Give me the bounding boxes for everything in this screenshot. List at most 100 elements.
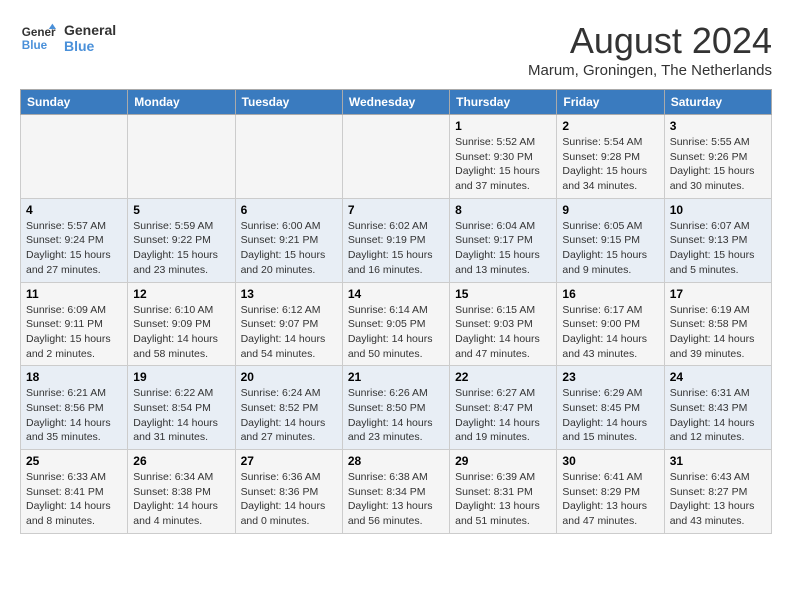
day-number: 22 <box>455 370 551 384</box>
calendar-cell: 30 Sunrise: 6:41 AMSunset: 8:29 PMDayligh… <box>557 450 664 534</box>
weekday-header-thursday: Thursday <box>450 90 557 115</box>
day-info: Sunrise: 5:54 AMSunset: 9:28 PMDaylight:… <box>562 135 658 194</box>
calendar-cell: 8Sunrise: 6:04 AMSunset: 9:17 PMDaylight… <box>450 198 557 282</box>
svg-text:Blue: Blue <box>22 39 48 52</box>
calendar-week-row: 18 Sunrise: 6:21 AMSunset: 8:56 PMDayligh… <box>21 366 772 450</box>
calendar-cell: 23 Sunrise: 6:29 AMSunset: 8:45 PMDayligh… <box>557 366 664 450</box>
day-info: Sunrise: 6:07 AMSunset: 9:13 PMDaylight:… <box>670 219 766 278</box>
calendar-cell: 14Sunrise: 6:14 AMSunset: 9:05 PMDayligh… <box>342 282 449 366</box>
logo-blue: Blue <box>64 38 116 54</box>
calendar-cell: 1 Sunrise: 5:52 AMSunset: 9:30 PMDaylight… <box>450 115 557 199</box>
day-info: Sunrise: 6:17 AMSunset: 9:00 PMDaylight:… <box>562 303 658 362</box>
calendar-cell: 3 Sunrise: 5:55 AMSunset: 9:26 PMDaylight… <box>664 115 771 199</box>
calendar-cell: 10 Sunrise: 6:07 AMSunset: 9:13 PMDayligh… <box>664 198 771 282</box>
day-number: 12 <box>133 287 229 301</box>
calendar-cell: 7 Sunrise: 6:02 AMSunset: 9:19 PMDaylight… <box>342 198 449 282</box>
title-block: August 2024 Marum, Groningen, The Nether… <box>528 20 772 79</box>
weekday-header-wednesday: Wednesday <box>342 90 449 115</box>
calendar-cell: 15Sunrise: 6:15 AMSunset: 9:03 PMDayligh… <box>450 282 557 366</box>
day-number: 3 <box>670 119 766 133</box>
calendar-cell: 17Sunrise: 6:19 AMSunset: 8:58 PMDayligh… <box>664 282 771 366</box>
day-info: Sunrise: 6:02 AMSunset: 9:19 PMDaylight:… <box>348 219 444 278</box>
day-number: 2 <box>562 119 658 133</box>
calendar-cell: 22 Sunrise: 6:27 AMSunset: 8:47 PMDayligh… <box>450 366 557 450</box>
calendar-cell: 20 Sunrise: 6:24 AMSunset: 8:52 PMDayligh… <box>235 366 342 450</box>
calendar-cell <box>21 115 128 199</box>
calendar-cell: 31 Sunrise: 6:43 AMSunset: 8:27 PMDayligh… <box>664 450 771 534</box>
weekday-header-friday: Friday <box>557 90 664 115</box>
weekday-header-tuesday: Tuesday <box>235 90 342 115</box>
day-number: 18 <box>26 370 122 384</box>
day-info: Sunrise: 6:10 AMSunset: 9:09 PMDaylight:… <box>133 303 229 362</box>
day-number: 27 <box>241 454 337 468</box>
day-number: 9 <box>562 203 658 217</box>
day-number: 13 <box>241 287 337 301</box>
day-number: 20 <box>241 370 337 384</box>
day-number: 28 <box>348 454 444 468</box>
day-number: 14 <box>348 287 444 301</box>
calendar-cell: 4 Sunrise: 5:57 AMSunset: 9:24 PMDaylight… <box>21 198 128 282</box>
day-info: Sunrise: 6:29 AMSunset: 8:45 PMDaylight:… <box>562 386 658 445</box>
calendar-cell: 29 Sunrise: 6:39 AMSunset: 8:31 PMDayligh… <box>450 450 557 534</box>
day-info: Sunrise: 6:39 AMSunset: 8:31 PMDaylight:… <box>455 470 551 529</box>
calendar-cell <box>235 115 342 199</box>
header: General Blue General Blue August 2024 Ma… <box>20 20 772 79</box>
day-info: Sunrise: 6:04 AMSunset: 9:17 PMDaylight:… <box>455 219 551 278</box>
day-info: Sunrise: 6:31 AMSunset: 8:43 PMDaylight:… <box>670 386 766 445</box>
day-info: Sunrise: 5:55 AMSunset: 9:26 PMDaylight:… <box>670 135 766 194</box>
day-number: 1 <box>455 119 551 133</box>
month-year-title: August 2024 <box>528 20 772 62</box>
day-info: Sunrise: 6:24 AMSunset: 8:52 PMDaylight:… <box>241 386 337 445</box>
location-subtitle: Marum, Groningen, The Netherlands <box>528 62 772 79</box>
calendar-cell: 5Sunrise: 5:59 AMSunset: 9:22 PMDaylight… <box>128 198 235 282</box>
day-number: 23 <box>562 370 658 384</box>
weekday-header-monday: Monday <box>128 90 235 115</box>
calendar-week-row: 1 Sunrise: 5:52 AMSunset: 9:30 PMDaylight… <box>21 115 772 199</box>
calendar-cell: 24 Sunrise: 6:31 AMSunset: 8:43 PMDayligh… <box>664 366 771 450</box>
day-number: 10 <box>670 203 766 217</box>
calendar-cell: 18 Sunrise: 6:21 AMSunset: 8:56 PMDayligh… <box>21 366 128 450</box>
calendar-cell: 28 Sunrise: 6:38 AMSunset: 8:34 PMDayligh… <box>342 450 449 534</box>
day-info: Sunrise: 6:33 AMSunset: 8:41 PMDaylight:… <box>26 470 122 529</box>
day-info: Sunrise: 5:52 AMSunset: 9:30 PMDaylight:… <box>455 135 551 194</box>
calendar-cell: 6 Sunrise: 6:00 AMSunset: 9:21 PMDaylight… <box>235 198 342 282</box>
calendar-cell: 11 Sunrise: 6:09 AMSunset: 9:11 PMDayligh… <box>21 282 128 366</box>
day-info: Sunrise: 6:21 AMSunset: 8:56 PMDaylight:… <box>26 386 122 445</box>
calendar-cell: 9 Sunrise: 6:05 AMSunset: 9:15 PMDaylight… <box>557 198 664 282</box>
calendar-cell: 2 Sunrise: 5:54 AMSunset: 9:28 PMDaylight… <box>557 115 664 199</box>
day-number: 4 <box>26 203 122 217</box>
day-info: Sunrise: 6:41 AMSunset: 8:29 PMDaylight:… <box>562 470 658 529</box>
day-info: Sunrise: 6:05 AMSunset: 9:15 PMDaylight:… <box>562 219 658 278</box>
calendar-cell: 26Sunrise: 6:34 AMSunset: 8:38 PMDayligh… <box>128 450 235 534</box>
calendar-cell: 25 Sunrise: 6:33 AMSunset: 8:41 PMDayligh… <box>21 450 128 534</box>
calendar-week-row: 25 Sunrise: 6:33 AMSunset: 8:41 PMDayligh… <box>21 450 772 534</box>
day-info: Sunrise: 6:19 AMSunset: 8:58 PMDaylight:… <box>670 303 766 362</box>
day-info: Sunrise: 6:15 AMSunset: 9:03 PMDaylight:… <box>455 303 551 362</box>
day-number: 25 <box>26 454 122 468</box>
day-number: 11 <box>26 287 122 301</box>
calendar-cell: 13Sunrise: 6:12 AMSunset: 9:07 PMDayligh… <box>235 282 342 366</box>
calendar-cell: 19Sunrise: 6:22 AMSunset: 8:54 PMDayligh… <box>128 366 235 450</box>
day-info: Sunrise: 6:27 AMSunset: 8:47 PMDaylight:… <box>455 386 551 445</box>
calendar-cell: 16 Sunrise: 6:17 AMSunset: 9:00 PMDayligh… <box>557 282 664 366</box>
day-number: 6 <box>241 203 337 217</box>
day-info: Sunrise: 6:43 AMSunset: 8:27 PMDaylight:… <box>670 470 766 529</box>
calendar-cell <box>128 115 235 199</box>
calendar-cell: 21Sunrise: 6:26 AMSunset: 8:50 PMDayligh… <box>342 366 449 450</box>
calendar-week-row: 4 Sunrise: 5:57 AMSunset: 9:24 PMDaylight… <box>21 198 772 282</box>
day-info: Sunrise: 6:09 AMSunset: 9:11 PMDaylight:… <box>26 303 122 362</box>
day-info: Sunrise: 6:00 AMSunset: 9:21 PMDaylight:… <box>241 219 337 278</box>
day-number: 21 <box>348 370 444 384</box>
day-info: Sunrise: 6:38 AMSunset: 8:34 PMDaylight:… <box>348 470 444 529</box>
day-info: Sunrise: 6:36 AMSunset: 8:36 PMDaylight:… <box>241 470 337 529</box>
day-number: 29 <box>455 454 551 468</box>
day-info: Sunrise: 6:22 AMSunset: 8:54 PMDaylight:… <box>133 386 229 445</box>
day-number: 7 <box>348 203 444 217</box>
day-number: 16 <box>562 287 658 301</box>
day-info: Sunrise: 5:57 AMSunset: 9:24 PMDaylight:… <box>26 219 122 278</box>
day-number: 24 <box>670 370 766 384</box>
day-number: 5 <box>133 203 229 217</box>
logo: General Blue General Blue <box>20 20 116 56</box>
day-number: 31 <box>670 454 766 468</box>
day-number: 30 <box>562 454 658 468</box>
